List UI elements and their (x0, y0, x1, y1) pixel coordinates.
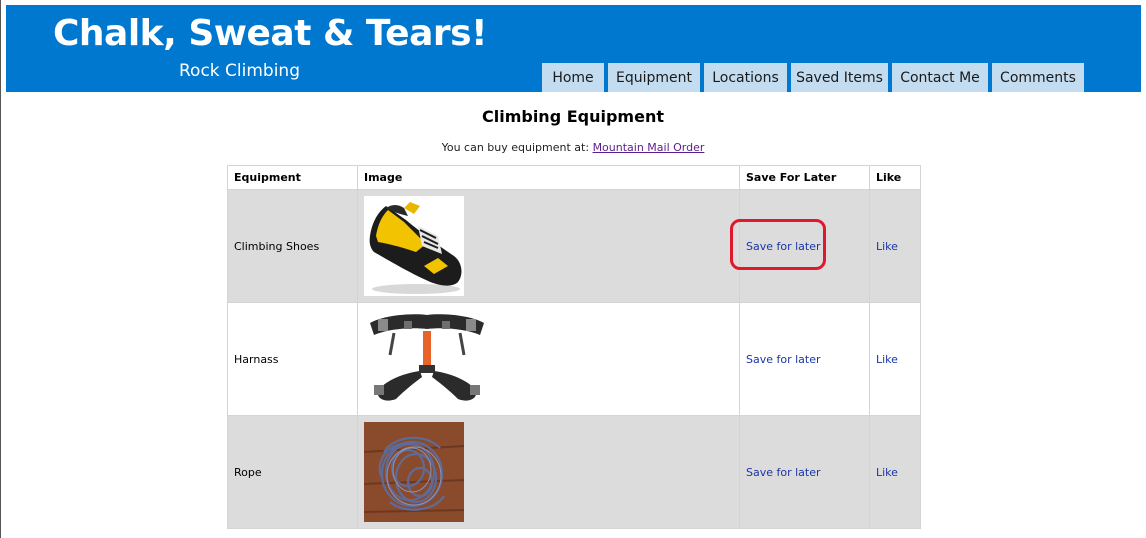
table-header-row: Equipment Image Save For Later Like (227, 165, 921, 190)
nav-tab-home[interactable]: Home (542, 63, 604, 92)
highlight-annotation (730, 219, 826, 270)
mountain-mail-order-link[interactable]: Mountain Mail Order (593, 141, 705, 154)
rope-image (364, 422, 464, 522)
harness-image (364, 309, 490, 409)
column-header-save-for-later: Save For Later (739, 165, 870, 190)
nav-tab-contact-me[interactable]: Contact Me (892, 63, 988, 92)
window-edge (0, 0, 1, 538)
page-heading: Climbing Equipment (481, 107, 664, 126)
like-link[interactable]: Like (876, 240, 898, 253)
equipment-image-cell (357, 189, 740, 303)
main-nav: Home Equipment Locations Saved Items Con… (542, 63, 1088, 92)
equipment-name: Harnass (227, 302, 358, 416)
save-for-later-link[interactable]: Save for later (746, 353, 821, 366)
nav-tab-comments[interactable]: Comments (992, 63, 1084, 92)
site-title: Chalk, Sweat & Tears! (53, 13, 487, 54)
nav-tab-locations[interactable]: Locations (704, 63, 787, 92)
table-row: Rope Save for later Like (227, 415, 921, 529)
site-subtitle: Rock Climbing (179, 61, 301, 81)
nav-tab-saved-items[interactable]: Saved Items (791, 63, 888, 92)
site-header: Chalk, Sweat & Tears! Rock Climbing Home… (6, 5, 1141, 92)
save-for-later-link[interactable]: Save for later (746, 466, 821, 479)
nav-tab-equipment[interactable]: Equipment (608, 63, 700, 92)
equipment-image-cell (357, 302, 740, 416)
equipment-name: Rope (227, 415, 358, 529)
buy-text: You can buy equipment at: (441, 141, 593, 154)
climbing-shoe-image (364, 196, 464, 296)
equipment-image-cell (357, 415, 740, 529)
equipment-name: Climbing Shoes (227, 189, 358, 303)
column-header-like: Like (869, 165, 921, 190)
buy-line: You can buy equipment at: Mountain Mail … (0, 141, 1146, 154)
like-link[interactable]: Like (876, 466, 898, 479)
like-link[interactable]: Like (876, 353, 898, 366)
table-row: Harnass Save for later Like (227, 302, 921, 416)
column-header-equipment: Equipment (227, 165, 358, 190)
column-header-image: Image (357, 165, 740, 190)
